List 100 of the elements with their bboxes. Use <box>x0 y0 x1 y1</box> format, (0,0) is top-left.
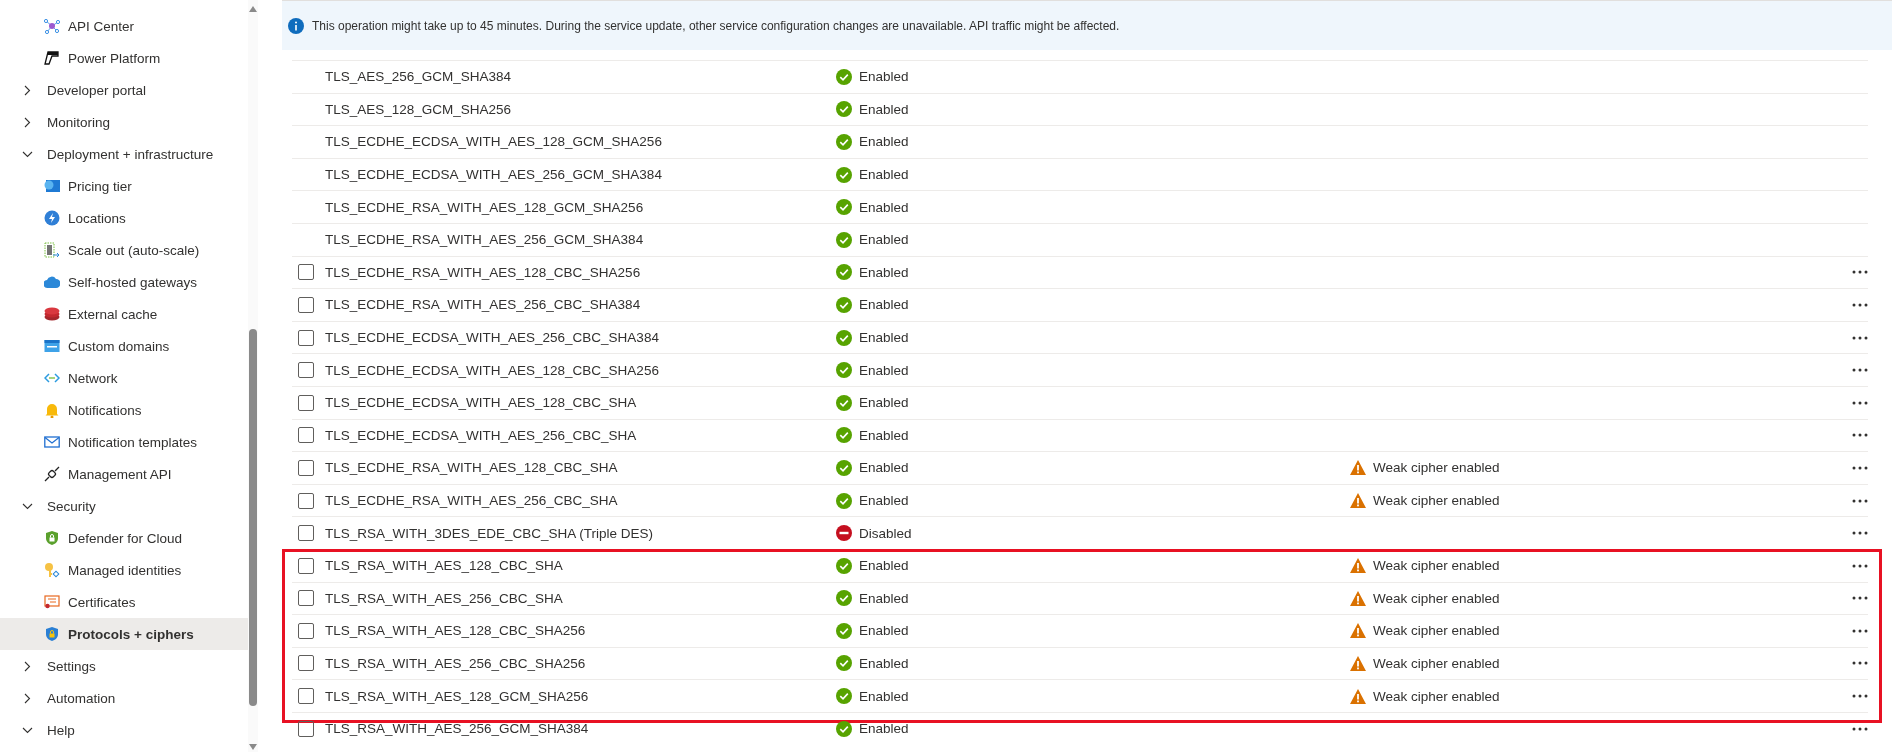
cloud-icon <box>44 274 60 290</box>
row-checkbox[interactable] <box>298 264 314 281</box>
nav-item[interactable]: Notification templates <box>0 426 248 458</box>
status-text: Enabled <box>859 427 909 443</box>
scrollbar-thumb[interactable] <box>249 329 257 706</box>
nav-item[interactable]: Self-hosted gateways <box>0 266 248 298</box>
chevron-down-icon <box>22 150 33 158</box>
status-text: Enabled <box>859 623 909 639</box>
cipher-name: TLS_ECDHE_RSA_WITH_AES_128_GCM_SHA256 <box>325 199 645 215</box>
nav-item[interactable]: Defender for Cloud <box>0 522 248 554</box>
more-options-icon[interactable] <box>1852 465 1868 470</box>
nav-item[interactable]: Managed identities <box>0 554 248 586</box>
cipher-name: TLS_ECDHE_ECDSA_WITH_AES_256_GCM_SHA384 <box>325 167 663 183</box>
status-text: Enabled <box>859 590 909 606</box>
nav-item[interactable]: Pricing tier <box>0 170 248 202</box>
chevron-down-icon <box>22 502 33 510</box>
status-text: Enabled <box>859 362 909 378</box>
scroll-up-icon[interactable] <box>249 6 257 12</box>
nav-group[interactable]: Security <box>0 490 248 522</box>
nav-item[interactable]: Certificates <box>0 586 248 618</box>
row-checkbox[interactable] <box>298 492 314 509</box>
cipher-name: TLS_RSA_WITH_AES_256_CBC_SHA256 <box>325 656 587 671</box>
status-text: Enabled <box>859 232 909 248</box>
cipher-name: TLS_ECDHE_ECDSA_WITH_AES_256_CBC_SHA384 <box>325 330 660 346</box>
chevron-right-icon <box>24 692 31 704</box>
scroll-down-icon[interactable] <box>249 744 257 750</box>
database-icon <box>44 306 60 322</box>
more-options-icon[interactable] <box>1852 694 1868 699</box>
row-checkbox[interactable] <box>298 622 314 639</box>
chevron-down-icon <box>22 726 33 734</box>
cipher-name: TLS_ECDHE_ECDSA_WITH_AES_128_CBC_SHA <box>325 395 638 411</box>
banner-text: This operation might take up to 45 minutes. During the service update, other service configuration changes are unavailable. API traffic might be affected. <box>312 18 1120 33</box>
nav-item[interactable]: Management API <box>0 458 248 490</box>
cipher-name: TLS_AES_256_GCM_SHA384 <box>325 69 513 85</box>
nav-item[interactable]: Protocols + ciphers <box>0 618 248 650</box>
cipher-name: TLS_ECDHE_ECDSA_WITH_AES_256_CBC_SHA <box>325 427 638 443</box>
row-checkbox[interactable] <box>298 720 314 737</box>
row-checkbox[interactable] <box>298 362 314 379</box>
nav-item[interactable]: API Center <box>0 10 248 42</box>
nav-group[interactable]: Automation <box>0 682 248 714</box>
cipher-name: TLS_ECDHE_ECDSA_WITH_AES_128_CBC_SHA256 <box>325 362 660 378</box>
row-checkbox[interactable] <box>298 557 314 574</box>
nav-item[interactable]: Power Platform <box>0 42 248 74</box>
status-text: Enabled <box>859 167 909 183</box>
window-icon <box>44 338 60 354</box>
more-options-icon[interactable] <box>1852 596 1868 601</box>
more-options-icon[interactable] <box>1852 563 1868 568</box>
nav-group[interactable]: Developer portal <box>0 74 248 106</box>
status-text: Enabled <box>859 199 909 215</box>
key-icon <box>44 562 60 578</box>
row-checkbox[interactable] <box>298 525 314 542</box>
nav-group[interactable]: Monitoring <box>0 106 248 138</box>
warning-icon <box>1350 558 1366 574</box>
nav-item[interactable]: Locations <box>0 202 248 234</box>
more-options-icon[interactable] <box>1852 433 1868 438</box>
row-checkbox[interactable] <box>298 655 314 672</box>
more-options-icon[interactable] <box>1852 531 1868 536</box>
row-checkbox[interactable] <box>298 688 314 705</box>
row-checkbox[interactable] <box>298 459 314 476</box>
cipher-name: TLS_ECDHE_RSA_WITH_AES_256_CBC_SHA384 <box>325 297 642 313</box>
status-text: Disabled <box>859 525 912 541</box>
more-options-icon[interactable] <box>1852 302 1868 307</box>
cipher-name: TLS_RSA_WITH_AES_128_CBC_SHA <box>325 558 564 574</box>
more-options-icon[interactable] <box>1852 368 1868 373</box>
more-options-icon[interactable] <box>1852 628 1868 633</box>
shield-lock-icon <box>44 626 60 642</box>
chevron-right-icon <box>24 84 31 96</box>
row-checkbox[interactable] <box>298 590 314 607</box>
row-checkbox[interactable] <box>298 427 314 444</box>
warning-icon <box>1350 688 1366 704</box>
cipher-name: TLS_RSA_WITH_AES_128_CBC_SHA256 <box>325 623 587 639</box>
warning-icon <box>1350 493 1366 508</box>
status-text: Enabled <box>859 688 909 704</box>
more-options-icon[interactable] <box>1852 335 1868 340</box>
cipher-name: TLS_ECDHE_RSA_WITH_AES_256_CBC_SHA <box>325 493 619 508</box>
nav-item[interactable]: Network <box>0 362 248 394</box>
warning-text: Weak cipher enabled <box>1373 460 1500 476</box>
cipher-name: TLS_ECDHE_RSA_WITH_AES_128_CBC_SHA256 <box>325 264 642 280</box>
row-checkbox[interactable] <box>298 394 314 411</box>
warning-icon <box>1350 623 1366 639</box>
more-options-icon[interactable] <box>1852 498 1868 503</box>
nav-group[interactable]: Deployment + infrastructure <box>0 138 248 170</box>
nav-group[interactable]: Settings <box>0 650 248 682</box>
status-text: Enabled <box>859 656 909 671</box>
more-options-icon[interactable] <box>1852 661 1868 666</box>
nav-item[interactable]: External cache <box>0 298 248 330</box>
more-options-icon[interactable] <box>1852 270 1868 275</box>
row-checkbox[interactable] <box>298 296 314 313</box>
network-nodes-icon <box>44 18 60 34</box>
nav-group[interactable]: Help <box>0 714 248 746</box>
row-checkbox[interactable] <box>298 329 314 346</box>
more-options-icon[interactable] <box>1852 726 1868 731</box>
more-options-icon[interactable] <box>1852 400 1868 405</box>
warning-text: Weak cipher enabled <box>1373 590 1500 606</box>
nav-item[interactable]: Scale out (auto-scale) <box>0 234 248 266</box>
warning-icon <box>1350 590 1366 606</box>
status-text: Enabled <box>859 493 909 508</box>
nav-item[interactable]: Notifications <box>0 394 248 426</box>
warning-icon <box>1350 460 1366 476</box>
nav-item[interactable]: Custom domains <box>0 330 248 362</box>
